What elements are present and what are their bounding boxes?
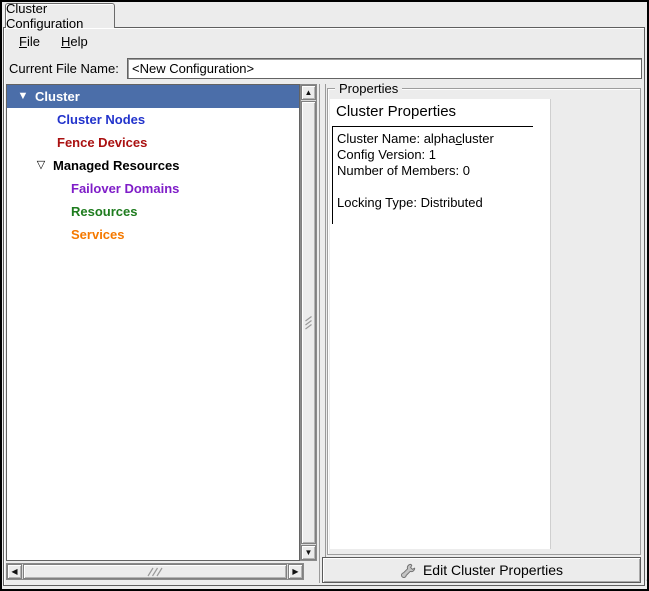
config-version-line: Config Version: 1: [337, 147, 533, 163]
tree-item-label: Services: [71, 227, 125, 242]
properties-frame: Properties Cluster Properties Cluster Na…: [327, 88, 641, 555]
wrench-icon: [400, 562, 417, 579]
expander-open-icon[interactable]: ▼: [15, 91, 31, 102]
scroll-right-button[interactable]: ▶: [288, 564, 303, 579]
tree-horizontal-scrollbar[interactable]: ◀ ▶: [6, 563, 304, 580]
tree-item-resources[interactable]: Resources: [7, 200, 299, 223]
scroll-left-icon: ◀: [11, 568, 17, 576]
tree-item-failover-domains[interactable]: Failover Domains: [7, 177, 299, 200]
menubar: File Help: [3, 28, 644, 55]
cluster-tree: ▼ Cluster Cluster Nodes Fence Devices ▽ …: [6, 84, 300, 561]
current-file-row: Current File Name:: [3, 55, 644, 83]
tab-label: Cluster Configuration: [6, 1, 114, 31]
tree-item-label: Cluster Nodes: [57, 112, 145, 127]
edit-cluster-properties-button[interactable]: Edit Cluster Properties: [322, 557, 641, 583]
cluster-name-line: Cluster Name: alphacluster: [337, 131, 533, 147]
grip-icon: [147, 567, 163, 577]
tree-item-label: Cluster: [35, 89, 80, 104]
grip-icon: [304, 316, 314, 330]
scroll-down-icon: ▼: [305, 549, 313, 557]
cluster-configuration-window: Cluster Configuration File Help Current …: [0, 0, 649, 591]
pane-splitter[interactable]: [319, 84, 326, 583]
properties-frame-label: Properties: [335, 81, 402, 96]
tree-item-cluster-nodes[interactable]: Cluster Nodes: [7, 108, 299, 131]
tab-cluster-configuration[interactable]: Cluster Configuration: [5, 3, 115, 28]
scroll-left-button[interactable]: ◀: [7, 564, 22, 579]
members-line: Number of Members: 0: [337, 163, 533, 179]
vertical-scrollbar-thumb[interactable]: [301, 101, 316, 544]
scroll-right-icon: ▶: [292, 568, 298, 576]
tree-item-label: Managed Resources: [53, 158, 179, 173]
edit-button-label: Edit Cluster Properties: [423, 562, 563, 578]
tree-item-label: Resources: [71, 204, 137, 219]
tree-item-managed-resources[interactable]: ▽ Managed Resources: [7, 154, 299, 177]
resize-grip[interactable]: [637, 579, 647, 589]
properties-canvas: Cluster Properties Cluster Name: alphacl…: [330, 99, 551, 549]
blank-line: [337, 179, 533, 195]
current-file-name-input[interactable]: [127, 58, 642, 79]
menu-file[interactable]: File: [15, 32, 44, 51]
menu-help[interactable]: Help: [57, 32, 92, 51]
scroll-up-button[interactable]: ▲: [301, 85, 316, 100]
tree-item-cluster[interactable]: ▼ Cluster: [7, 85, 299, 108]
expander-open-icon[interactable]: ▽: [33, 160, 49, 171]
tree-item-label: Fence Devices: [57, 135, 147, 150]
tree-vertical-scrollbar[interactable]: ▲ ▼: [300, 84, 317, 561]
scroll-up-icon: ▲: [305, 89, 313, 97]
tree-item-fence-devices[interactable]: Fence Devices: [7, 131, 299, 154]
tree-item-label: Failover Domains: [71, 181, 179, 196]
locking-type-line: Locking Type: Distributed: [337, 195, 533, 211]
tree-item-services[interactable]: Services: [7, 223, 299, 246]
current-file-name-label: Current File Name:: [9, 61, 119, 76]
scroll-down-button[interactable]: ▼: [301, 545, 316, 560]
horizontal-scrollbar-thumb[interactable]: [23, 564, 287, 579]
properties-detail-box: Cluster Name: alphacluster Config Versio…: [332, 126, 533, 224]
properties-heading: Cluster Properties: [336, 103, 456, 120]
